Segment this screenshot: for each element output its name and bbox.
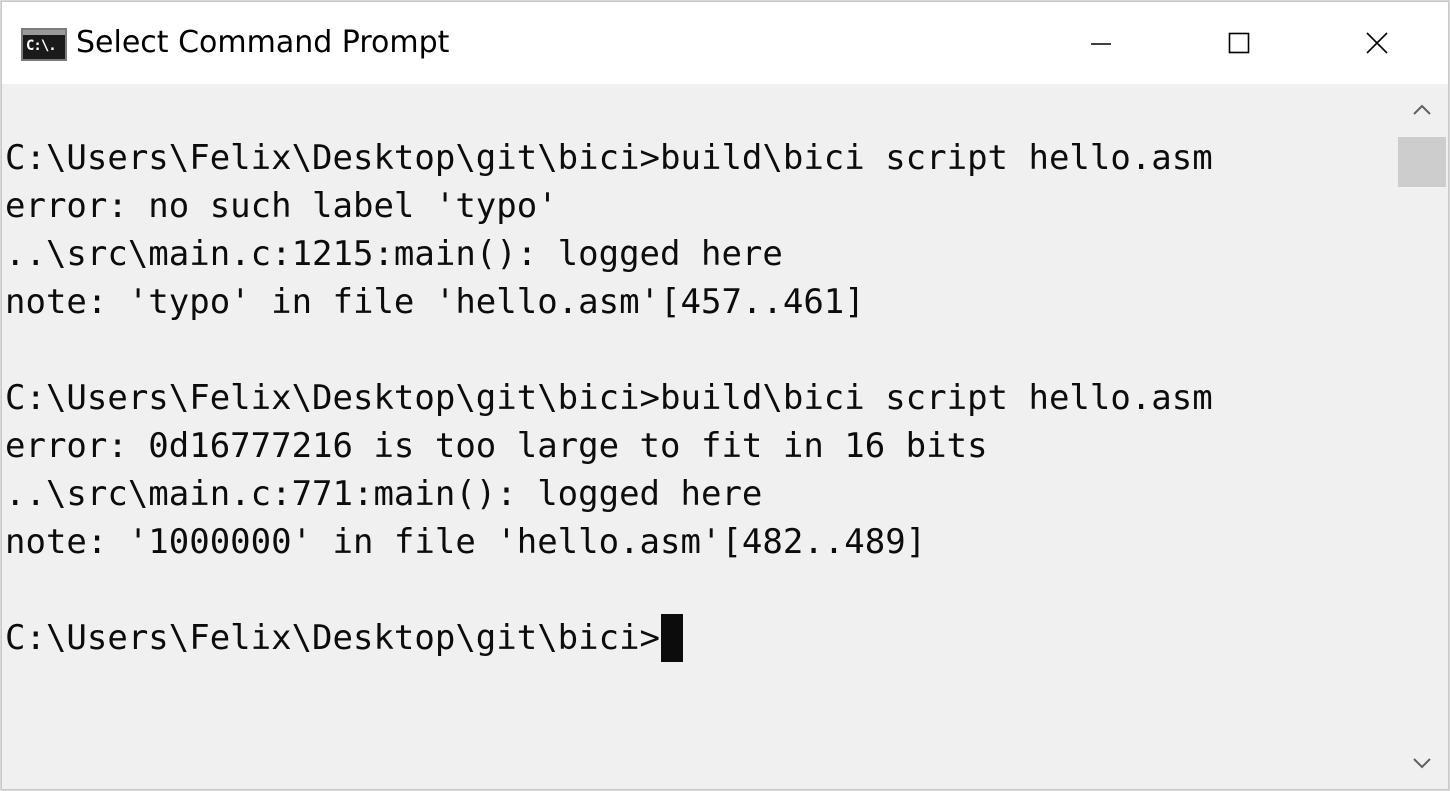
scroll-thumb[interactable] bbox=[1398, 137, 1446, 187]
title-bar[interactable]: C:\. Select Command Prompt bbox=[2, 2, 1448, 84]
minimize-button[interactable] bbox=[1032, 2, 1170, 84]
console-line: note: 'typo' in file 'hello.asm'[457..46… bbox=[5, 282, 865, 322]
console-line: note: '1000000' in file 'hello.asm'[482.… bbox=[5, 522, 927, 562]
console-line: C:\Users\Felix\Desktop\git\bici>build\bi… bbox=[5, 138, 1213, 178]
scroll-up-button[interactable] bbox=[1396, 84, 1448, 136]
cmd-icon[interactable]: C:\. bbox=[21, 28, 67, 61]
cmd-icon-glyph: C:\. bbox=[26, 38, 57, 54]
prompt-line[interactable]: C:\Users\Felix\Desktop\git\bici> bbox=[5, 614, 684, 662]
chevron-up-icon bbox=[1413, 104, 1431, 115]
scroll-down-button[interactable] bbox=[1396, 737, 1448, 789]
console-output[interactable]: C:\Users\Felix\Desktop\git\bici>build\bi… bbox=[2, 84, 1396, 789]
console-line: ..\src\main.c:771:main(): logged here bbox=[5, 474, 763, 514]
command-prompt-window: C:\. Select Command Prompt C:\Users\Feli… bbox=[2, 2, 1448, 789]
console-line: error: no such label 'typo' bbox=[5, 186, 558, 226]
console-line: error: 0d16777216 is too large to fit in… bbox=[5, 426, 988, 466]
window-title: Select Command Prompt bbox=[76, 25, 450, 60]
close-icon bbox=[1366, 32, 1388, 54]
minimize-icon bbox=[1091, 43, 1111, 45]
vertical-scrollbar[interactable] bbox=[1396, 84, 1448, 789]
close-button[interactable] bbox=[1308, 2, 1446, 84]
text-cursor bbox=[661, 614, 684, 662]
maximize-icon bbox=[1228, 32, 1250, 54]
chevron-down-icon bbox=[1413, 758, 1431, 769]
console-line: C:\Users\Felix\Desktop\git\bici>build\bi… bbox=[5, 378, 1213, 418]
console-line: ..\src\main.c:1215:main(): logged here bbox=[5, 234, 783, 274]
maximize-button[interactable] bbox=[1170, 2, 1308, 84]
prompt-text: C:\Users\Felix\Desktop\git\bici> bbox=[5, 618, 661, 658]
